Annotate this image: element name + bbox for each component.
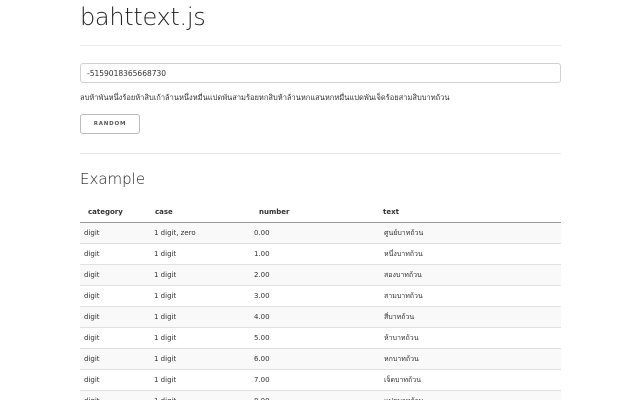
cell-case: 1 digit (154, 348, 253, 370)
divider-top (80, 45, 561, 46)
column-header-category: category (80, 202, 154, 223)
example-section-title: Example (80, 170, 146, 188)
page: bahttext.js ลบห้าพันหนึ่งร้อยห้าสิบเก้าล… (0, 0, 640, 400)
cell-text: หนึ่งบาทถ้วน (383, 243, 561, 265)
cell-number: 1.00 (253, 243, 383, 265)
table-row: digit1 digit8.00แปดบาทถ้วน (80, 390, 561, 400)
cell-category: digit (80, 243, 154, 265)
table-row: digit 1 digit 4.00 สี่บาทถ้วน (80, 306, 561, 328)
cell-case: 1 digit (154, 369, 253, 391)
cell-category: digit (80, 285, 154, 307)
table-row: digit 1 digit 7.00 เจ็ดบาทถ้วน (80, 369, 561, 391)
cell-text: ห้าบาทถ้วน (383, 327, 561, 349)
column-header-number: number (253, 202, 383, 223)
cell-category: digit (80, 222, 154, 244)
cell-case: 1 digit (154, 264, 253, 286)
cell-category: digit (80, 306, 154, 328)
cell-number: 4.00 (253, 306, 383, 328)
cell-category: digit (80, 327, 154, 349)
table-row: digit 1 digit 6.00 หกบาทถ้วน (80, 348, 561, 370)
cell-text: หกบาทถ้วน (383, 348, 561, 370)
cell-text: แปดบาทถ้วน (383, 390, 561, 400)
table-header-row: category case number text (80, 202, 561, 223)
cell-case: 1 digit (154, 285, 253, 307)
table-row: digit 1 digit 5.00 ห้าบาทถ้วน (80, 327, 561, 349)
cell-case: 1 digit, zero (154, 222, 253, 244)
cell-category: digit (80, 348, 154, 370)
baht-text-output: ลบห้าพันหนึ่งร้อยห้าสิบเก้าล้านหนึ่งหมื่… (80, 93, 450, 102)
cell-number: 8.00 (253, 390, 383, 400)
cell-case: 1 digit (154, 243, 253, 265)
cell-category: digit (80, 264, 154, 286)
column-header-text: text (383, 202, 561, 223)
cell-number: 5.00 (253, 327, 383, 349)
table-row: digit 1 digit, zero 0.00 ศูนย์บาทถ้วน (80, 222, 561, 244)
cell-number: 2.00 (253, 264, 383, 286)
cell-number: 3.00 (253, 285, 383, 307)
cell-category: digit (80, 390, 154, 400)
cell-number: 0.00 (253, 222, 383, 244)
cell-text: สามบาทถ้วน (383, 285, 561, 307)
cell-text: สี่บาทถ้วน (383, 306, 561, 328)
cell-number: 6.00 (253, 348, 383, 370)
number-input[interactable] (80, 63, 561, 83)
page-title: bahttext.js (80, 3, 206, 31)
table-row: digit 1 digit 2.00 สองบาทถ้วน (80, 264, 561, 286)
random-button[interactable]: RANDOM (80, 114, 140, 134)
table-row: digit 1 digit 1.00 หนึ่งบาทถ้วน (80, 243, 561, 265)
example-table: category case number text digit 1 digit, … (80, 202, 561, 400)
cell-category: digit (80, 369, 154, 391)
divider-middle (80, 153, 561, 154)
cell-text: สองบาทถ้วน (383, 264, 561, 286)
cell-case: 1 digit (154, 327, 253, 349)
table-body: digit 1 digit, zero 0.00 ศูนย์บาทถ้วน digit 1… (80, 222, 561, 400)
table-row: digit 1 digit 3.00 สามบาทถ้วน (80, 285, 561, 307)
cell-text: ศูนย์บาทถ้วน (383, 222, 561, 244)
cell-text: เจ็ดบาทถ้วน (383, 369, 561, 391)
cell-case: 1 digit (154, 306, 253, 328)
column-header-case: case (154, 202, 253, 223)
cell-number: 7.00 (253, 369, 383, 391)
cell-case: 1 digit (154, 390, 253, 400)
